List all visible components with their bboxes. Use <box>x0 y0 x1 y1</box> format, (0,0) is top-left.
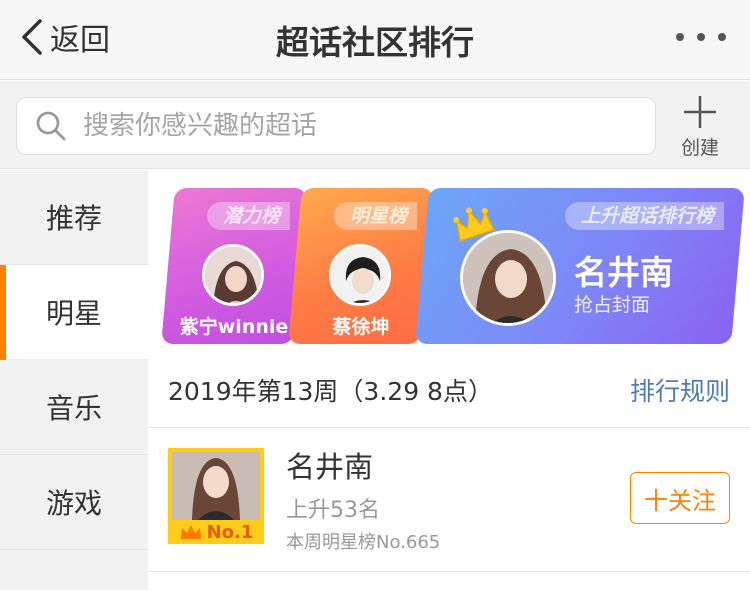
follow-button[interactable]: 十关注 <box>630 472 730 524</box>
more-dot-icon <box>718 33 726 41</box>
back-label: 返回 <box>50 23 110 58</box>
back-button[interactable]: 返回 <box>18 14 110 60</box>
sidebar-item-label: 音乐 <box>45 392 102 425</box>
create-button[interactable]: 创建 <box>668 93 732 163</box>
avatar-photo <box>463 233 556 326</box>
sidebar-item-label: 推荐 <box>45 202 102 235</box>
card-name: 紫宁winnie <box>179 316 289 338</box>
rank-photo: No.1 <box>168 448 264 544</box>
week-label: 2019年第13周（3.29 8点） <box>168 377 493 406</box>
ranking-rules-link[interactable]: 排行规则 <box>630 372 730 408</box>
create-label: 创建 <box>680 137 719 159</box>
sidebar-item-recommend[interactable]: 推荐 <box>0 170 148 265</box>
avatar <box>460 230 556 326</box>
sidebar-item-label: 游戏 <box>45 487 102 520</box>
card-name: 名井南 <box>574 253 673 292</box>
avatar <box>202 244 264 306</box>
category-sidebar: 推荐 明星 音乐 游戏 <box>0 170 148 590</box>
rank-week-position: 本周明星榜No.665 <box>286 532 441 553</box>
search-bar: 创建 <box>0 81 750 169</box>
card-name: 蔡徐坤 <box>332 316 390 338</box>
rank-badge: No.1 <box>168 520 264 544</box>
card-tag: 明星榜 <box>333 202 417 230</box>
page-title: 超话社区排行 <box>276 23 474 62</box>
plus-icon <box>684 96 716 128</box>
rising-list-card[interactable]: 上升超话排行榜 名井南 抢占封面 <box>415 188 745 344</box>
sidebar-item-games[interactable]: 游戏 <box>0 455 148 550</box>
more-dot-icon <box>676 33 684 41</box>
star-list-card[interactable]: 明星榜 蔡徐坤 <box>288 188 434 344</box>
rank-photo-image <box>172 452 260 520</box>
chevron-left-icon <box>22 19 42 55</box>
potential-list-card[interactable]: 潜力榜 紫宁winnie <box>161 188 307 344</box>
rank-change: 上升53名 <box>286 498 380 523</box>
avatar <box>329 244 391 306</box>
avatar-photo <box>205 247 264 306</box>
card-tag: 潜力榜 <box>206 202 290 230</box>
search-icon <box>36 111 66 141</box>
more-dot-icon <box>697 33 705 41</box>
avatar-photo <box>332 247 391 306</box>
card-tag: 上升超话排行榜 <box>564 202 724 230</box>
navigation-bar: 返回 超话社区排行 <box>0 0 750 80</box>
card-subtitle: 抢占封面 <box>574 294 651 316</box>
ranking-row[interactable]: No.1 名井南 上升53名 本周明星榜No.665 十关注 <box>148 428 750 572</box>
week-header: 2019年第13周（3.29 8点） 排行规则 <box>148 356 750 428</box>
sidebar-item-stars[interactable]: 明星 <box>0 265 148 360</box>
rank-number: No.1 <box>206 521 254 543</box>
more-options-button[interactable] <box>676 22 726 52</box>
sidebar-item-music[interactable]: 音乐 <box>0 360 148 455</box>
sidebar-item-label: 明星 <box>45 297 102 330</box>
search-input[interactable] <box>83 111 623 141</box>
rank-name: 名井南 <box>286 450 374 484</box>
search-box[interactable] <box>16 97 656 155</box>
crown-icon <box>180 525 201 539</box>
